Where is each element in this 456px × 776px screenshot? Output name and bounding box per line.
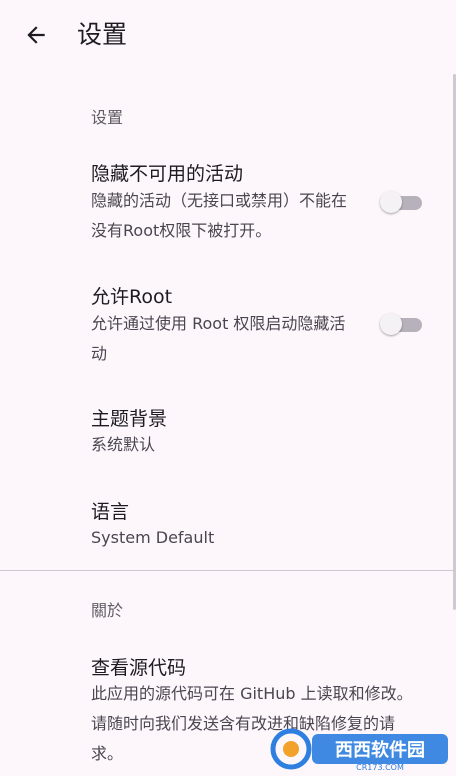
switch-thumb — [380, 191, 402, 213]
pref-summary: 隐藏的活动（无接口或禁用）不能在没有Root权限下被打开。 — [91, 191, 348, 240]
section-header-settings: 设置 — [91, 108, 124, 127]
switch-thumb — [380, 313, 402, 335]
watermark-text: 西西软件园 — [335, 739, 425, 761]
pref-title: 隐藏不可用的活动 — [91, 163, 244, 185]
watermark-subtext: CR173.COM — [356, 763, 404, 772]
pref-title: 主题背景 — [91, 408, 168, 430]
pref-title: 语言 — [91, 501, 130, 523]
page-title: 设置 — [77, 20, 128, 49]
section-header-about: 關於 — [91, 601, 124, 620]
pref-hide-unavailable-activities[interactable]: 隐藏不可用的活动 隐藏的活动（无接口或禁用）不能在没有Root权限下被打开。 — [0, 150, 456, 260]
section-divider — [0, 570, 456, 571]
pref-summary: 系统默认 — [91, 435, 156, 454]
allow-root-switch[interactable] — [380, 313, 422, 335]
watermark-graphic: 西西软件园 CR173.COM — [270, 728, 448, 772]
app-bar: 设置 — [0, 0, 456, 74]
pref-title: 查看源代码 — [91, 657, 187, 679]
pref-language[interactable]: 语言 System Default — [0, 486, 456, 566]
pref-summary: 允许通过使用 Root 权限启动隐藏活动 — [91, 314, 346, 363]
pref-theme[interactable]: 主题背景 系统默认 — [0, 392, 456, 472]
pref-title: 允许Root — [91, 286, 173, 308]
back-button[interactable] — [18, 17, 54, 53]
pref-allow-root[interactable]: 允许Root 允许通过使用 Root 权限启动隐藏活动 — [0, 272, 456, 380]
arrow-back-icon — [27, 26, 45, 44]
hide-activities-switch[interactable] — [380, 191, 422, 213]
watermark-logo: 西西软件园 CR173.COM — [268, 726, 452, 772]
pref-summary: System Default — [91, 528, 215, 547]
